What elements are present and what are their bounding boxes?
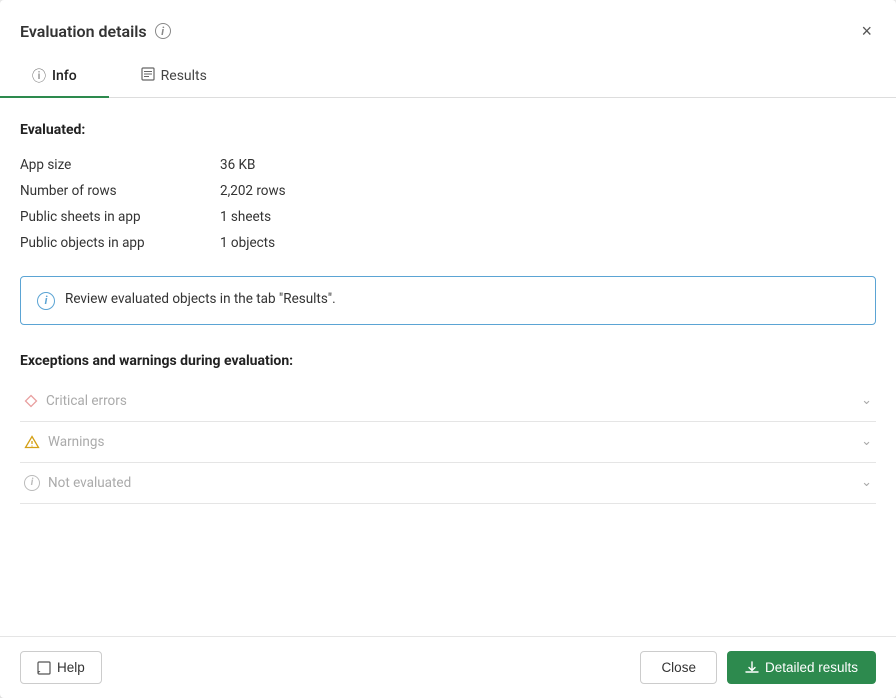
metric-label-app-size: App size [20, 157, 220, 173]
info-tab-icon: ⓘ [32, 66, 46, 86]
metric-label-public-sheets: Public sheets in app [20, 209, 220, 225]
metric-label-public-objects: Public objects in app [20, 235, 220, 251]
modal-close-button[interactable]: × [857, 18, 876, 44]
footer-right-buttons: Close Detailed results [640, 651, 876, 684]
modal-title: Evaluation details [20, 22, 147, 41]
tab-bar: ⓘ Info Results [0, 56, 896, 98]
help-icon [37, 661, 51, 675]
accordion-label-warnings: Warnings [48, 434, 104, 450]
exceptions-section-title: Exceptions and warnings during evaluatio… [20, 353, 876, 369]
accordion-item-not-evaluated: i Not evaluated ⌄ [20, 463, 876, 504]
evaluation-details-modal: Evaluation details i × ⓘ Info Results Ev… [0, 0, 896, 698]
tab-info[interactable]: ⓘ Info [0, 56, 109, 98]
detailed-results-label: Detailed results [765, 660, 858, 675]
metric-row-app-size: App size 36 KB [20, 152, 876, 178]
metric-value-app-size: 36 KB [220, 157, 255, 173]
title-info-icon[interactable]: i [155, 23, 171, 39]
metric-row-public-objects: Public objects in app 1 objects [20, 230, 876, 256]
metric-value-public-objects: 1 objects [220, 235, 275, 251]
accordion-label-not-evaluated: Not evaluated [48, 475, 131, 491]
accordion-list: Critical errors ⌄ Warnings [20, 381, 876, 504]
modal-title-row: Evaluation details i [20, 22, 171, 41]
warning-triangle-icon [24, 435, 40, 449]
modal-footer: Help Close Detailed results [0, 636, 896, 698]
metrics-table: App size 36 KB Number of rows 2,202 rows… [20, 152, 876, 256]
help-button[interactable]: Help [20, 651, 102, 684]
accordion-header-critical[interactable]: Critical errors ⌄ [20, 381, 876, 421]
accordion-left-not-evaluated: i Not evaluated [24, 475, 131, 491]
chevron-icon-critical: ⌄ [861, 393, 872, 408]
modal-header: Evaluation details i × [0, 0, 896, 56]
info-box-text: Review evaluated objects in the tab "Res… [65, 291, 336, 307]
download-icon [745, 661, 759, 675]
accordion-header-warnings[interactable]: Warnings ⌄ [20, 422, 876, 462]
metric-value-rows: 2,202 rows [220, 183, 286, 199]
evaluated-section-title: Evaluated: [20, 122, 876, 138]
accordion-label-critical: Critical errors [46, 393, 127, 409]
help-label: Help [57, 660, 85, 675]
metric-row-rows: Number of rows 2,202 rows [20, 178, 876, 204]
info-review-box: i Review evaluated objects in the tab "R… [20, 276, 876, 325]
tab-results-label: Results [161, 68, 207, 84]
tab-info-label: Info [52, 68, 77, 84]
metric-row-public-sheets: Public sheets in app 1 sheets [20, 204, 876, 230]
accordion-header-not-evaluated[interactable]: i Not evaluated ⌄ [20, 463, 876, 503]
metric-value-public-sheets: 1 sheets [220, 209, 271, 225]
results-tab-icon [141, 67, 155, 85]
not-evaluated-info-icon: i [24, 475, 40, 491]
metric-label-rows: Number of rows [20, 183, 220, 199]
modal-body: Evaluated: App size 36 KB Number of rows… [0, 98, 896, 637]
info-box-icon: i [37, 292, 55, 310]
chevron-icon-warnings: ⌄ [861, 434, 872, 449]
accordion-item-critical: Critical errors ⌄ [20, 381, 876, 422]
accordion-left-critical: Critical errors [24, 393, 127, 409]
accordion-item-warnings: Warnings ⌄ [20, 422, 876, 463]
diamond-icon-critical [24, 394, 38, 408]
accordion-left-warnings: Warnings [24, 434, 104, 450]
chevron-icon-not-evaluated: ⌄ [861, 475, 872, 490]
close-footer-button[interactable]: Close [640, 651, 717, 684]
tab-results[interactable]: Results [109, 56, 239, 98]
detailed-results-button[interactable]: Detailed results [727, 651, 876, 684]
